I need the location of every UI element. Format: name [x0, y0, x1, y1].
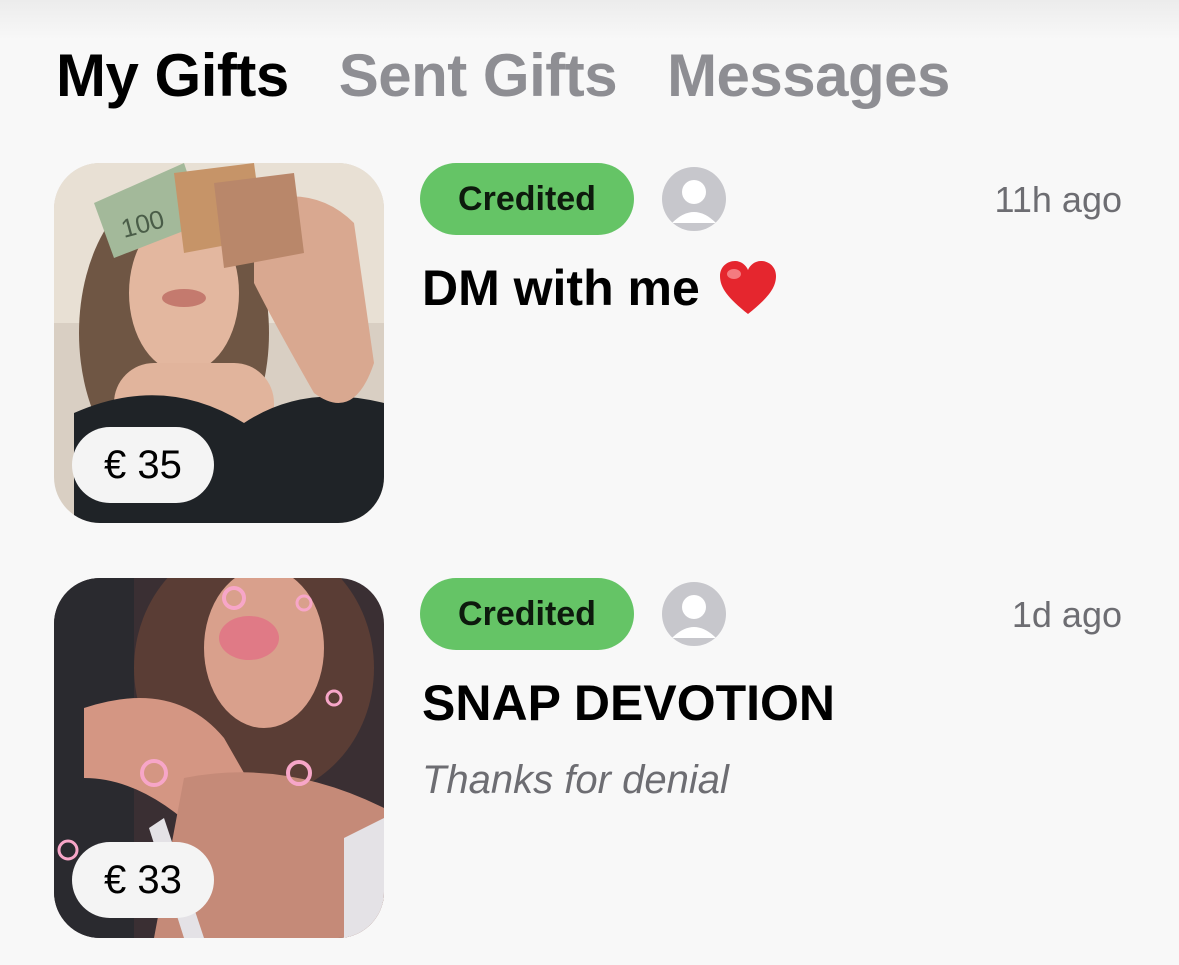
gift-title: DM with me	[422, 259, 778, 317]
heart-emoji-icon	[719, 261, 776, 314]
gift-title: SNAP DEVOTION	[422, 674, 835, 732]
gift-photo[interactable]: € 33	[54, 578, 384, 938]
gift-title-text: DM with me	[422, 260, 700, 316]
tab-bar: My Gifts Sent Gifts Messages	[56, 40, 950, 112]
timestamp: 11h ago	[994, 179, 1122, 220]
tab-sent-gifts[interactable]: Sent Gifts	[339, 40, 618, 112]
price-badge: € 35	[72, 427, 214, 503]
status-badge: Credited	[420, 163, 634, 235]
user-placeholder-icon	[672, 180, 716, 223]
top-shadow	[0, 0, 1179, 40]
gift-title-text: SNAP DEVOTION	[422, 675, 836, 731]
user-placeholder-icon	[672, 595, 716, 638]
gift-item[interactable]: 100 € 35 Credited 11h ago DM with me	[54, 163, 1134, 523]
gift-message: Thanks for denial	[422, 758, 729, 802]
gift-item[interactable]: € 33 Credited 1d ago SNAP DEVOTION Thank…	[54, 578, 1134, 938]
price-badge: € 33	[72, 842, 214, 918]
status-badge: Credited	[420, 578, 634, 650]
tab-my-gifts[interactable]: My Gifts	[56, 40, 289, 112]
gift-photo[interactable]: 100 € 35	[54, 163, 384, 523]
timestamp: 1d ago	[1011, 594, 1122, 635]
avatar[interactable]	[662, 167, 726, 231]
tab-messages[interactable]: Messages	[667, 40, 950, 112]
avatar[interactable]	[662, 582, 726, 646]
